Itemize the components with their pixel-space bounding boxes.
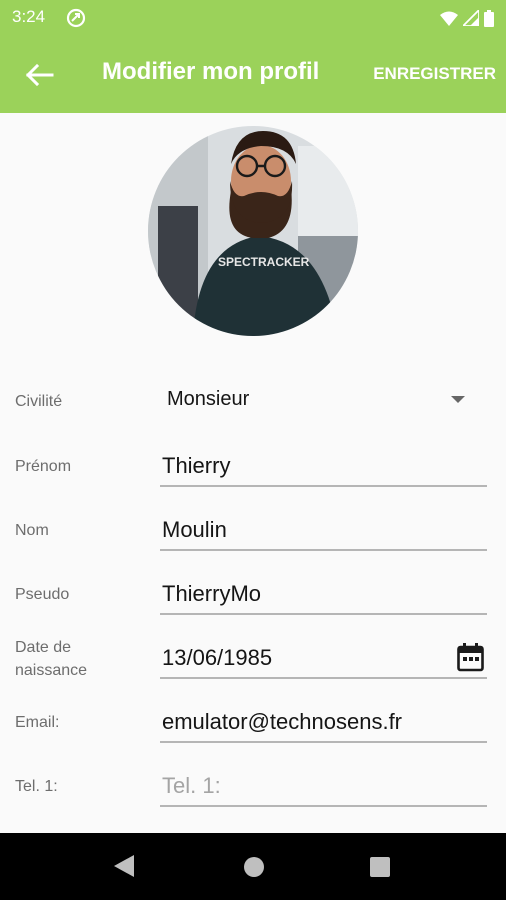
pseudo-value[interactable]: ThierryMo — [162, 581, 261, 607]
battery-icon — [484, 9, 494, 27]
date-naissance-field[interactable]: 13/06/1985 — [160, 639, 487, 679]
prenom-field[interactable]: Thierry — [160, 447, 487, 487]
nav-bar — [0, 833, 506, 900]
prenom-label: Prénom — [15, 458, 72, 475]
avatar[interactable]: SPECTRACKER — [148, 126, 358, 336]
sync-icon — [66, 8, 86, 28]
dropdown-arrow-icon[interactable] — [451, 396, 465, 403]
prenom-value[interactable]: Thierry — [162, 453, 230, 479]
save-button[interactable]: ENREGISTRER — [373, 64, 496, 84]
nom-field[interactable]: Moulin — [160, 511, 487, 551]
nom-value[interactable]: Moulin — [162, 517, 227, 543]
status-bar: 3:24 — [0, 0, 506, 36]
date-naissance-label-line1: Date de — [15, 639, 72, 656]
email-field[interactable]: emulator@technosens.fr — [160, 703, 487, 743]
pseudo-label: Pseudo — [15, 586, 70, 603]
calendar-icon[interactable] — [457, 643, 484, 672]
civilite-select[interactable]: Monsieur — [167, 388, 249, 411]
signal-icon — [463, 10, 479, 26]
profile-photo: SPECTRACKER — [148, 126, 358, 336]
app-bar: Modifier mon profil ENREGISTRER — [0, 36, 506, 113]
date-naissance-label-line2: naissance — [15, 662, 88, 679]
svg-text:SPECTRACKER: SPECTRACKER — [218, 255, 310, 269]
pseudo-field[interactable]: ThierryMo — [160, 575, 487, 615]
tel1-placeholder[interactable]: Tel. 1: — [162, 773, 221, 799]
email-value[interactable]: emulator@technosens.fr — [162, 709, 402, 735]
email-label: Email: — [15, 714, 60, 731]
wifi-icon — [440, 11, 458, 26]
arrow-left-icon[interactable] — [22, 60, 56, 90]
nav-home-icon[interactable] — [244, 857, 264, 877]
nav-recents-icon[interactable] — [370, 857, 390, 877]
nom-label: Nom — [15, 522, 49, 539]
status-time: 3:24 — [12, 7, 46, 26]
page-title: Modifier mon profil — [102, 58, 320, 85]
nav-back-icon[interactable] — [114, 855, 134, 877]
tel1-label: Tel. 1: — [15, 778, 58, 795]
civilite-label: Civilité — [15, 393, 63, 410]
date-naissance-value[interactable]: 13/06/1985 — [162, 645, 272, 671]
tel1-field[interactable]: Tel. 1: — [160, 767, 487, 807]
status-icons — [440, 9, 494, 27]
